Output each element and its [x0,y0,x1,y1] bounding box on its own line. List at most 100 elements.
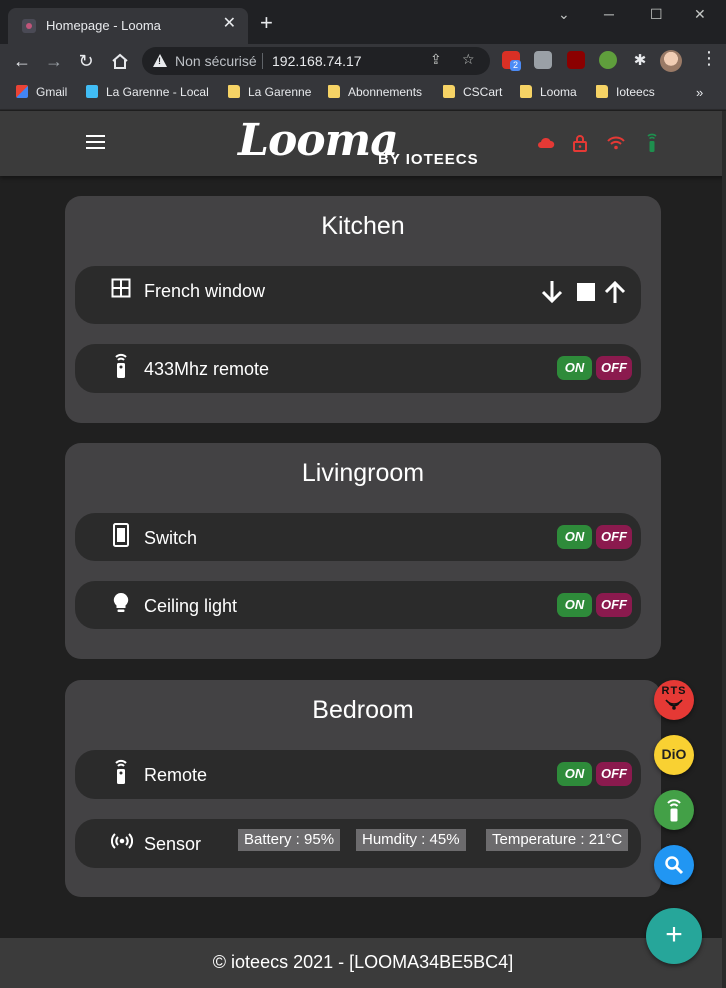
bookmark-cscart[interactable]: CSCart [443,85,502,103]
browser-tab[interactable]: Homepage - Looma ✕ [8,8,248,44]
room-title: Bedroom [312,696,414,724]
security-label[interactable]: Non sécurisé [175,53,257,69]
search-icon [665,856,684,875]
on-button[interactable]: ON [557,593,592,617]
profile-avatar[interactable] [660,50,682,72]
dio-label: DiO [661,746,687,762]
off-button[interactable]: OFF [596,762,632,786]
close-window-icon[interactable]: ✕ [694,6,706,23]
looma-favicon-icon [22,19,36,33]
footer-text: © ioteecs 2021 - [LOOMA34BE5BC4] [212,952,514,972]
tab-title: Homepage - Looma [46,18,161,33]
device-row-remote: Remote ON OFF [75,750,641,799]
gmail-icon [16,85,28,98]
lock-icon [573,135,587,152]
app-header: Looma BY IOTEECS [0,111,726,176]
browser-toolbar: ← → ↻ Non sécurisé 192.168.74.17 ⇪ ☆ 2 ✱… [0,44,726,78]
bookmark-gmail[interactable]: Gmail [16,85,67,103]
address-bar[interactable]: Non sécurisé 192.168.74.17 ⇪ ☆ [142,47,490,75]
add-fab-button[interactable]: + [646,908,702,964]
device-label: Remote [144,765,208,785]
browser-titlebar: Homepage - Looma ✕ + ⌄ ─ ☐ ✕ [0,0,726,44]
minimize-icon[interactable]: ─ [604,6,614,22]
reload-icon[interactable]: ↻ [74,49,98,73]
tab-close-icon[interactable]: ✕ [223,16,236,32]
device-row-ceiling-light: Ceiling light ON OFF [75,581,641,629]
maximize-icon[interactable]: ☐ [650,6,663,23]
bookmark-la-garenne-local[interactable]: La Garenne - Local [86,85,209,103]
extension-red-icon[interactable]: 2 [502,51,522,71]
device-row-sensor: Sensor Battery : 95% Humdity : 45% Tempe… [75,819,641,868]
url-divider [262,53,263,69]
looma-logo: Looma [238,115,399,166]
back-icon[interactable]: ← [10,49,34,73]
dio-fab-button[interactable]: DiO [654,735,694,775]
off-button[interactable]: OFF [596,356,632,380]
folder-icon [596,85,608,98]
room-card-bedroom: Bedroom Remote ON OFF Sensor Battery : 9… [65,680,661,897]
humidity-reading: Humdity : 45% [356,829,466,851]
off-button[interactable]: OFF [596,593,632,617]
url-text[interactable]: 192.168.74.17 [272,53,362,69]
device-row-french-window: French window [75,266,641,324]
folder-icon [228,85,240,98]
device-label: Ceiling light [144,596,238,616]
remote-icon [115,759,127,784]
shutter-stop-icon[interactable] [573,279,599,305]
warning-icon[interactable] [153,54,167,67]
device-label: 433Mhz remote [144,359,270,379]
wifi-icon [607,136,625,150]
device-label: French window [144,281,266,301]
scrollbar[interactable] [722,111,726,988]
search-fab-button[interactable] [654,845,694,885]
logo-subtitle: BY IOTEECS [378,151,479,168]
off-button[interactable]: OFF [596,525,632,549]
shutter-up-icon[interactable] [602,279,628,305]
cloud-icon [538,137,555,148]
share-icon[interactable]: ⇪ [430,51,442,68]
new-tab-button[interactable]: + [260,12,273,34]
ublock-icon[interactable] [567,51,585,69]
bulb-icon [113,592,129,612]
folder-icon [443,85,455,98]
window-icon [111,278,131,298]
camera-extension-icon[interactable] [534,51,552,69]
remote-fab-button[interactable] [654,790,694,830]
temperature-reading: Temperature : 21°C [486,829,629,851]
rts-fab-button[interactable]: RTS [654,680,694,720]
bookmark-abonnements[interactable]: Abonnements [328,85,422,103]
remote-icon [667,799,681,822]
rts-label: RTS [661,685,687,697]
device-row-433mhz-remote: 433Mhz remote ON OFF [75,344,641,393]
browser-menu-icon[interactable]: ⋮ [700,48,718,69]
bookmarks-more-icon[interactable]: » [696,85,703,100]
device-row-switch: Switch ON OFF [75,513,641,561]
shutter-down-icon[interactable] [539,279,565,305]
sensor-icon [111,833,133,849]
folder-icon [328,85,340,98]
on-button[interactable]: ON [557,762,592,786]
menu-icon[interactable] [86,135,105,150]
on-button[interactable]: ON [557,525,592,549]
footer: © ioteecs 2021 - [LOOMA34BE5BC4] [0,938,726,988]
switch-icon [113,523,129,547]
folder-icon [520,85,532,98]
bookmark-ioteecs[interactable]: Ioteecs [596,85,655,103]
room-card-livingroom: Livingroom Switch ON OFF Ceiling light O… [65,443,661,659]
extension-green-icon[interactable] [599,51,617,69]
bookmark-la-garenne[interactable]: La Garenne [228,85,311,103]
bookmark-star-icon[interactable]: ☆ [462,51,475,68]
home-assistant-icon [86,85,98,98]
remote-icon [115,353,127,378]
forward-icon[interactable]: → [42,49,66,73]
home-icon[interactable] [108,53,132,70]
bookmark-looma[interactable]: Looma [520,85,577,103]
extensions-puzzle-icon[interactable]: ✱ [628,49,652,73]
room-title: Kitchen [321,212,405,240]
bookmarks-bar: Gmail La Garenne - Local La Garenne Abon… [0,78,726,110]
on-button[interactable]: ON [557,356,592,380]
room-title: Livingroom [301,459,425,487]
tab-search-icon[interactable]: ⌄ [558,6,570,23]
extension-badge: 2 [510,60,522,71]
room-card-kitchen: Kitchen French window 433Mhz remote ON O… [65,196,661,423]
